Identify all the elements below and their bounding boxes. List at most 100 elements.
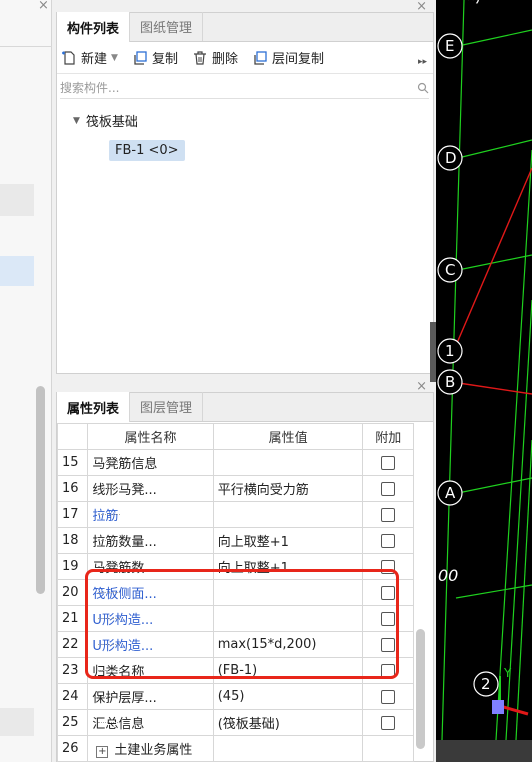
tab-layer-management[interactable]: 图层管理 [130,392,204,421]
tree-item-selected[interactable]: FB-1 <0> [109,140,185,161]
property-name-cell[interactable]: 筏板侧面... [87,579,214,606]
expand-plus-icon[interactable]: + [96,746,109,758]
property-value-cell[interactable] [212,579,364,606]
table-row[interactable]: 19 马凳筋数... 向上取整+1 [56,553,414,580]
extra-checkbox[interactable] [381,689,396,704]
search-icon[interactable] [417,82,429,94]
table-row[interactable]: 24 保护层厚... (45) [56,683,414,710]
table-row[interactable]: 15 马凳筋信息 [56,449,414,476]
extra-checkbox[interactable] [381,455,396,470]
drawing-viewport[interactable]: E D C 1 B A 2 30 00 Y [436,0,532,740]
cad-drawing [437,0,532,740]
property-name-cell[interactable]: U形构造... [87,631,214,658]
tree-connector [98,722,121,723]
extra-checkbox[interactable] [381,663,396,678]
search-input[interactable] [60,80,380,95]
floor-copy-button[interactable]: 层间复制 [252,48,324,67]
collapse-triangle-icon[interactable]: ▼ [73,116,80,126]
property-name-cell[interactable]: 归类名称 [87,657,214,684]
chevron-down-icon[interactable]: ▼ [111,53,118,63]
copy-button[interactable]: 复制 [132,48,178,67]
property-value-cell [212,735,364,762]
property-name: 拉筋 [92,509,119,524]
table-row[interactable]: 18 拉筋数量... 向上取整+1 [56,527,414,554]
row-number: 18 [56,527,89,554]
property-value-cell[interactable]: 向上取整+1 [212,553,364,580]
property-scrollbar[interactable] [416,629,425,749]
property-name-cell[interactable]: + 土建业务属性 [87,735,214,762]
close-icon[interactable]: × [416,0,427,14]
table-row[interactable]: 26 + 土建业务属性 [56,735,414,762]
left-list-row[interactable] [0,184,34,216]
property-name-cell[interactable]: 线形马凳... [87,475,214,502]
extra-checkbox[interactable] [381,559,396,574]
property-tabbar: 属性列表 图层管理 [57,392,433,422]
extra-checkbox[interactable] [381,481,396,496]
left-scrollbar[interactable] [36,386,45,594]
extra-checkbox-cell [362,605,414,632]
tree-connector [98,644,121,645]
left-list-row-selected[interactable] [0,256,34,286]
close-icon[interactable]: × [38,0,49,13]
property-value-cell[interactable] [212,501,364,528]
close-icon[interactable]: × [416,379,427,394]
table-row[interactable]: 23 归类名称 (FB-1) [56,657,414,684]
extra-checkbox[interactable] [381,715,396,730]
property-value-cell[interactable] [212,605,364,632]
property-name-cell[interactable]: 马凳筋数... [87,553,214,580]
table-row[interactable]: 17 拉筋 [56,501,414,528]
property-value-cell[interactable]: (筏板基础) [212,709,364,736]
tree-connector [98,592,121,593]
extra-checkbox[interactable] [381,637,396,652]
property-name-cell[interactable]: 马凳筋信息 [87,449,214,476]
property-value-cell[interactable]: 平行横向受力筋 [212,475,364,502]
property-name: 拉筋数量... [92,535,157,550]
row-number: 25 [56,709,89,736]
table-row[interactable]: 21 U形构造... [56,605,414,632]
table-row[interactable]: 22 U形构造... max(15*d,200) [56,631,414,658]
axis-label-e: E [445,37,455,55]
tree-connector [98,514,121,515]
row-number: 23 [56,657,89,684]
tab-component-list[interactable]: 构件列表 [57,12,131,42]
property-name: 线形马凳... [92,483,157,498]
property-name-cell[interactable]: U形构造... [87,605,214,632]
extra-checkbox[interactable] [381,611,396,626]
property-value-cell[interactable]: max(15*d,200) [212,631,364,658]
property-name-cell[interactable]: 保护层厚... [87,683,214,710]
dimension-text-mid: 00 [438,566,459,585]
property-name-cell[interactable]: 汇总信息 [87,709,214,736]
delete-button[interactable]: 删除 [192,48,238,67]
property-name-cell[interactable]: 拉筋数量... [87,527,214,554]
extra-checkbox[interactable] [381,533,396,548]
new-button[interactable]: 新建 ▼ [61,48,118,67]
tree-connector [98,566,121,567]
row-number: 20 [56,579,89,606]
extra-checkbox[interactable] [381,585,396,600]
extra-checkbox-cell [362,553,414,580]
divider [0,46,52,47]
tree-connector [98,462,121,463]
property-value-cell[interactable]: (45) [212,683,364,710]
tab-drawing-management[interactable]: 图纸管理 [130,12,204,41]
component-toolbar: 新建 ▼ 复制 删除 层间复制 [57,42,433,74]
table-row[interactable]: 16 线形马凳... 平行横向受力筋 [56,475,414,502]
toolbar-overflow-icon[interactable]: ▸▸ [418,57,427,67]
component-tabbar: 构件列表 图纸管理 [57,12,433,42]
left-list-row[interactable] [0,708,34,736]
table-row[interactable]: 25 汇总信息 (筏板基础) [56,709,414,736]
property-name-cell[interactable]: 拉筋 [87,501,214,528]
property-value-cell[interactable]: (FB-1) [212,657,364,684]
tab-property-list[interactable]: 属性列表 [57,392,131,422]
table-row[interactable]: 20 筏板侧面... [56,579,414,606]
axis-label-1: 1 [445,342,455,360]
extra-checkbox[interactable] [381,507,396,522]
property-value-cell[interactable]: 向上取整+1 [212,527,364,554]
property-value-cell[interactable] [212,449,364,476]
extra-checkbox-cell [362,683,414,710]
property-name: 筏板侧面... [92,587,157,602]
extra-checkbox-cell [362,709,414,736]
layer-copy-icon [254,50,267,65]
axis-label-d: D [445,149,457,167]
tree-group[interactable]: ▼ 筏板基础 [73,111,433,130]
